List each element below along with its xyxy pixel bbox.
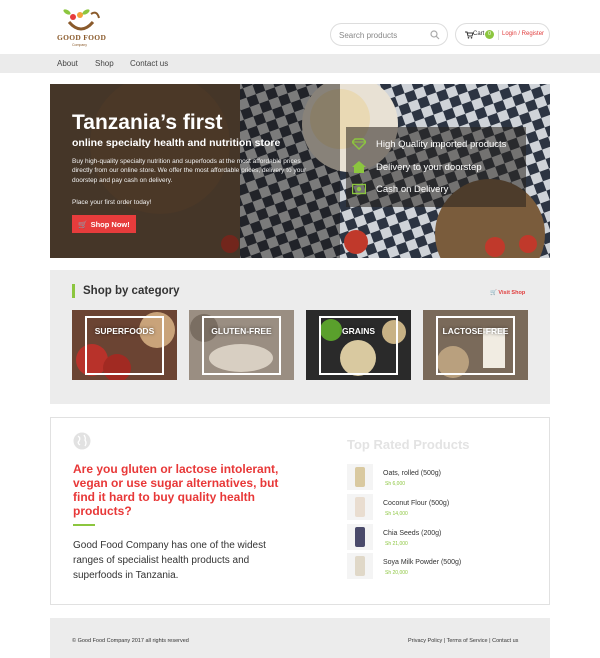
main-nav: About Shop Contact us <box>0 54 600 73</box>
section-title: Shop by category <box>72 284 180 298</box>
cart-count-badge: 0 <box>485 30 494 39</box>
product-thumbnail <box>347 464 373 490</box>
category-card-lactose-free[interactable]: LACTOSE-FREE <box>423 310 528 380</box>
product-price: Sh 14,000 <box>385 511 408 517</box>
product-name[interactable]: Oats, rolled (500g) <box>383 470 441 477</box>
search-icon[interactable] <box>430 30 440 40</box>
cart-icon: 🛒 <box>78 219 88 229</box>
footer-links: Privacy Policy | Terms of Service | Cont… <box>408 638 518 644</box>
privacy-policy-link[interactable]: Privacy Policy <box>408 638 442 644</box>
product-name[interactable]: Coconut Flour (500g) <box>383 500 449 507</box>
visit-shop-label: Visit Shop <box>498 290 526 296</box>
info-section: Are you gluten or lactose intolerant, ve… <box>50 417 550 605</box>
visit-shop-link[interactable]: 🛒 Visit Shop <box>490 290 525 296</box>
login-register-link[interactable]: Login / Register <box>502 31 544 37</box>
divider <box>73 524 95 526</box>
category-label: LACTOSE-FREE <box>442 326 509 336</box>
nav-shop[interactable]: Shop <box>95 59 114 68</box>
hero-title: Tanzania’s first <box>72 111 223 134</box>
category-label: SUPERFOODS <box>94 326 155 336</box>
nav-about[interactable]: About <box>57 59 78 68</box>
hero-description: Buy high-quality specialty nutrition and… <box>72 158 307 184</box>
product-price: Sh 20,000 <box>385 570 408 576</box>
top-rated-title: Top Rated Products <box>347 437 470 452</box>
shop-now-button[interactable]: 🛒 Shop Now! <box>72 215 136 233</box>
product-thumbnail <box>347 494 373 520</box>
cart-label[interactable]: Cart <box>473 31 484 37</box>
hero-subtitle: online specialty health and nutrition st… <box>72 137 281 149</box>
cart-login-box: Cart 0 Login / Register <box>455 23 550 46</box>
hero-cta-text: Place your first order today! <box>72 199 152 206</box>
globe-icon <box>73 432 91 450</box>
site-footer: © Good Food Company 2017 all rights rese… <box>50 618 550 658</box>
category-frame <box>85 316 164 375</box>
shop-by-category-section: Shop by category 🛒 Visit Shop SUPERFOODS… <box>50 270 550 404</box>
product-item[interactable]: Soya Milk Powder (500g) Sh 20,000 <box>347 553 527 581</box>
terms-of-service-link[interactable]: Terms of Service <box>447 638 488 644</box>
copyright-text: © Good Food Company 2017 all rights rese… <box>72 638 189 644</box>
product-price: Sh 21,000 <box>385 541 408 547</box>
product-thumbnail <box>347 553 373 579</box>
product-item[interactable]: Coconut Flour (500g) Sh 14,000 <box>347 494 527 522</box>
product-item[interactable]: Oats, rolled (500g) Sh 6,000 <box>347 464 527 492</box>
site-header: GOOD FOOD Company Cart 0 Login / Registe… <box>0 0 600 54</box>
product-item[interactable]: Chia Seeds (200g) Sh 21,000 <box>347 524 527 552</box>
shop-now-label: Shop Now! <box>90 219 130 229</box>
logo-subtitle: Company <box>72 43 87 47</box>
category-label: GLUTEN-FREE <box>211 326 272 336</box>
category-frame <box>202 316 281 375</box>
logo-text: GOOD FOOD <box>57 33 107 42</box>
feature-label: Cash on Delivery <box>376 184 449 195</box>
feature-label: Delivery to your doorstep <box>376 162 482 173</box>
category-label: GRAINS <box>341 326 376 336</box>
category-card-grains[interactable]: GRAINS <box>306 310 411 380</box>
info-text: Good Food Company has one of the widest … <box>73 540 266 582</box>
category-frame <box>436 316 515 375</box>
divider <box>498 30 499 40</box>
contact-us-link[interactable]: Contact us <box>492 638 518 644</box>
hero-banner: Tanzania’s first online specialty health… <box>50 84 550 258</box>
money-icon <box>352 183 366 195</box>
info-question: Are you gluten or lactose intolerant, ve… <box>73 462 279 518</box>
search-box <box>330 23 448 46</box>
product-name[interactable]: Chia Seeds (200g) <box>383 530 441 537</box>
category-card-gluten-free[interactable]: GLUTEN-FREE <box>189 310 294 380</box>
category-card-superfoods[interactable]: SUPERFOODS <box>72 310 177 380</box>
product-name[interactable]: Soya Milk Powder (500g) <box>383 559 461 566</box>
feature-label: High Quality imported products <box>376 139 507 150</box>
product-thumbnail <box>347 524 373 550</box>
search-input[interactable] <box>339 28 429 42</box>
nav-contact[interactable]: Contact us <box>130 59 168 68</box>
category-frame <box>319 316 398 375</box>
diamond-icon <box>352 138 366 150</box>
home-icon <box>352 161 366 173</box>
product-price: Sh 6,000 <box>385 481 406 487</box>
features-panel: High Quality imported products Delivery … <box>346 127 526 207</box>
cart-icon: 🛒 <box>490 290 497 296</box>
